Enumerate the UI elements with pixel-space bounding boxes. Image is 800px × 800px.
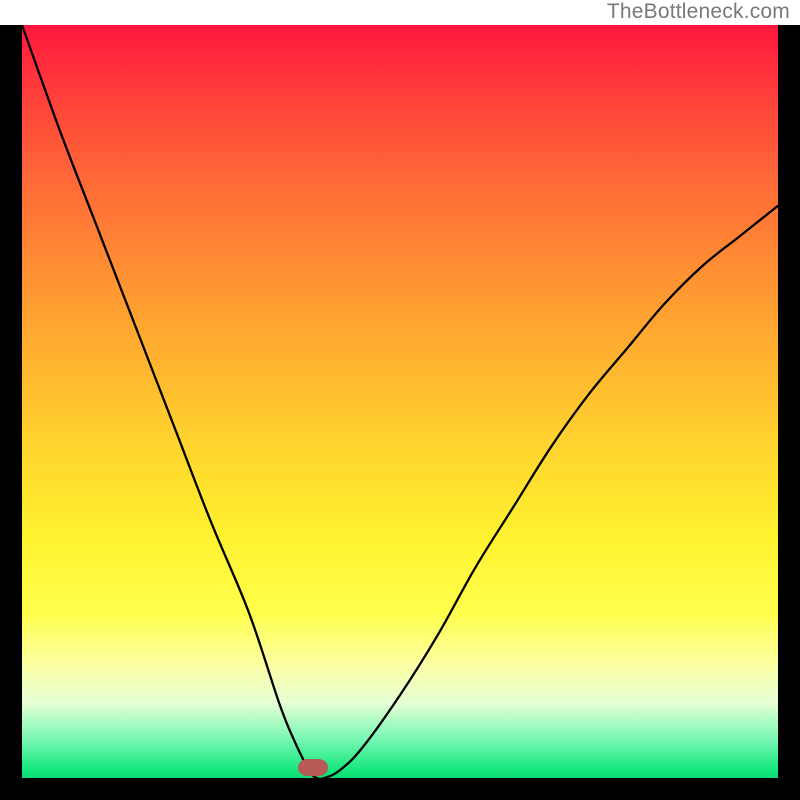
watermark-text: TheBottleneck.com	[607, 0, 790, 24]
optimal-marker	[298, 759, 328, 776]
plot-area	[22, 25, 778, 778]
curve-svg	[22, 25, 778, 778]
bottleneck-curve-path	[22, 25, 778, 778]
outer-frame	[0, 25, 800, 800]
chart-stage: TheBottleneck.com	[0, 0, 800, 800]
